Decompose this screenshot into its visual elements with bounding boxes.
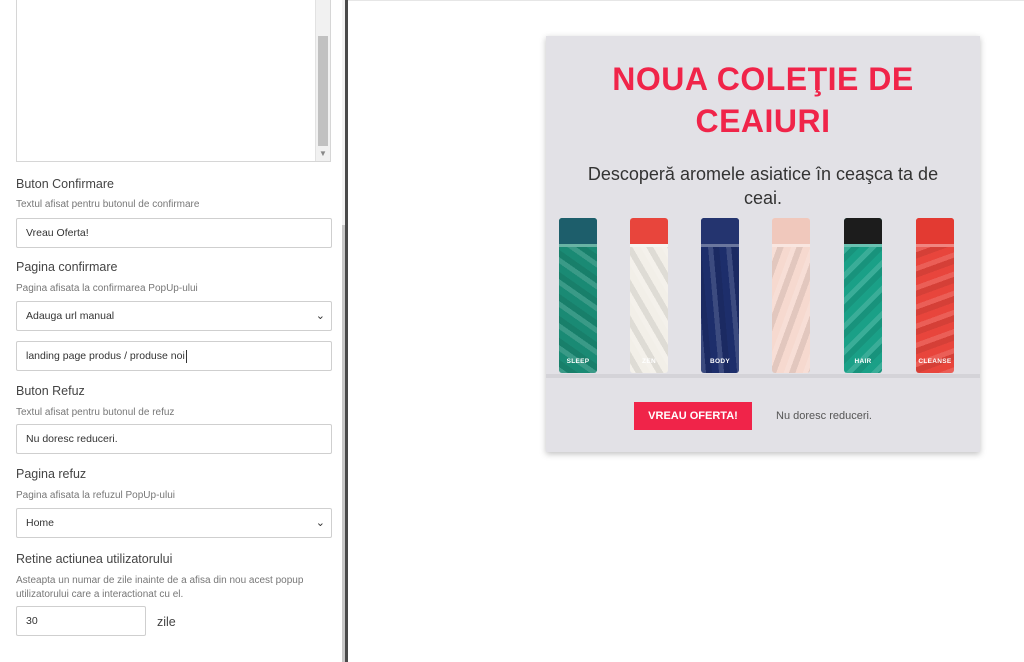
- refuse-page-hint: Pagina afisata la refuzul PopUp-ului: [16, 490, 175, 501]
- refuse-page-label: Pagina refuz: [16, 467, 87, 481]
- refuse-page-select-value: Home: [26, 517, 55, 529]
- refuse-page-select[interactable]: Home ⌄: [16, 508, 332, 538]
- product-shelf: [546, 374, 980, 378]
- preview-top-border: [348, 0, 1024, 1]
- settings-panel: ▼ Buton Confirmare Textul afisat pentru …: [0, 0, 345, 662]
- tube-lid: [630, 218, 668, 244]
- chevron-down-icon: ⌄: [315, 517, 325, 529]
- refuse-button-hint: Textul afisat pentru butonul de refuz: [16, 407, 175, 418]
- popup-title: NOUA COLEŢIE DE CEAIURI: [546, 58, 980, 142]
- days-unit-label: zile: [157, 615, 176, 629]
- confirm-page-hint: Pagina afisata la confirmarea PopUp-ului: [16, 283, 198, 294]
- tube-lid: [844, 218, 882, 244]
- tube-label: ZEN: [642, 358, 656, 365]
- retain-action-hint: Asteapta un numar de zile inainte de a a…: [16, 575, 304, 600]
- refuse-button-label: Buton Refuz: [16, 384, 85, 398]
- product-image: SLEEP ZEN BODY HAIR CLEANSE: [546, 214, 980, 394]
- panel-divider[interactable]: [345, 0, 348, 662]
- tube-pattern: [916, 247, 954, 373]
- tube-band: [559, 244, 597, 247]
- retain-action-label: Retine actiunea utilizatorului: [16, 552, 173, 566]
- tube-band: [916, 244, 954, 247]
- popup-subtitle: Descoperă aromele asiatice în ceaşca ta …: [587, 164, 939, 208]
- tube-label: HAIR: [854, 358, 872, 365]
- tube-pattern: [772, 247, 810, 373]
- tube-lid: [559, 218, 597, 244]
- popup-title-line-2: CEAIURI: [695, 103, 831, 139]
- textarea-scrollbar[interactable]: ▼: [315, 0, 330, 161]
- scroll-down-arrow-icon[interactable]: ▼: [316, 149, 330, 159]
- tube-band: [772, 244, 810, 247]
- popup-refuse-link[interactable]: Nu doresc reduceri.: [776, 402, 872, 430]
- tube-label: CLEANSE: [918, 358, 952, 365]
- confirm-button-hint: Textul afisat pentru butonul de confirma…: [16, 199, 200, 210]
- tube-band: [844, 244, 882, 247]
- tea-tube: [772, 218, 810, 373]
- tube-pattern: [630, 247, 668, 373]
- tube-pattern: [844, 247, 882, 373]
- text-cursor: [185, 349, 187, 363]
- textarea-scroll-thumb[interactable]: [318, 36, 328, 146]
- refuse-button-text-input[interactable]: Nu doresc reduceri.: [16, 424, 332, 454]
- tea-tube: HAIR: [844, 218, 882, 373]
- tube-label: SLEEP: [566, 358, 590, 365]
- confirm-page-select[interactable]: Adauga url manual ⌄: [16, 301, 332, 331]
- confirm-button-label: Buton Confirmare: [16, 177, 114, 191]
- popup-preview: NOUA COLEŢIE DE CEAIURI Descoperă aromel…: [546, 36, 980, 452]
- tube-lid: [701, 218, 739, 244]
- tea-tube: SLEEP: [559, 218, 597, 373]
- retain-days-input[interactable]: 30: [16, 606, 146, 636]
- tea-tube: ZEN: [630, 218, 668, 373]
- tea-tube: BODY: [701, 218, 739, 373]
- tube-lid: [772, 218, 810, 244]
- message-textarea[interactable]: ▼: [16, 0, 331, 162]
- popup-confirm-button[interactable]: VREAU OFERTA!: [634, 402, 752, 430]
- popup-title-line-1: NOUA COLEŢIE DE: [612, 61, 914, 97]
- confirm-page-url-value: landing page produs / produse noi: [26, 350, 185, 362]
- confirm-button-text-input[interactable]: Vreau Oferta!: [16, 218, 332, 248]
- tube-pattern: [559, 247, 597, 373]
- tube-label: BODY: [710, 358, 730, 365]
- confirm-page-url-input[interactable]: landing page produs / produse noi: [16, 341, 332, 371]
- tube-band: [630, 244, 668, 247]
- tube-band: [701, 244, 739, 247]
- chevron-down-icon: ⌄: [315, 310, 325, 322]
- tube-pattern: [701, 247, 739, 373]
- confirm-page-label: Pagina confirmare: [16, 260, 118, 274]
- confirm-page-select-value: Adauga url manual: [26, 310, 115, 322]
- tea-tube: CLEANSE: [916, 218, 954, 373]
- tube-lid: [916, 218, 954, 244]
